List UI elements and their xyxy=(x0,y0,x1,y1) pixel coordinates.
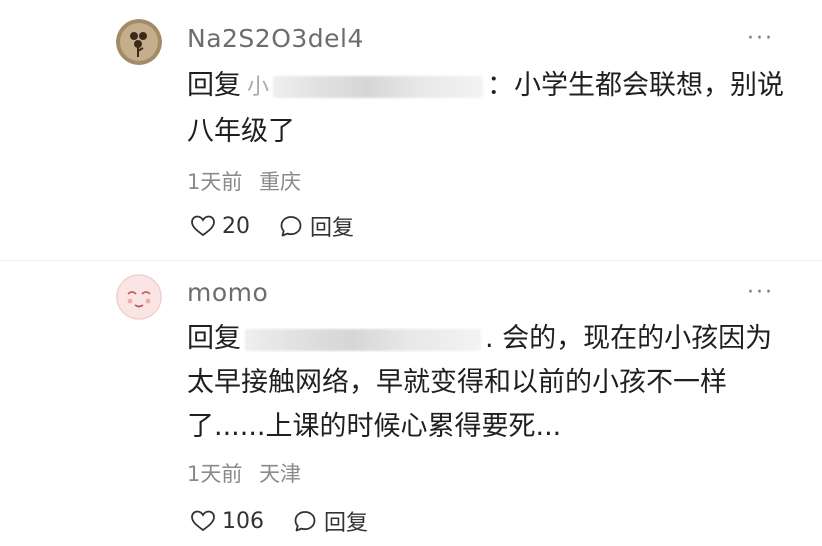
comment-item: Na2S2O3del4 ··· 回复小：小学生都会联想，别说八年级了 1天前 重… xyxy=(0,0,822,260)
comment-location: 重庆 xyxy=(259,170,302,194)
comment-text: 回复小：小学生都会联想，别说八年级了 xyxy=(187,64,787,154)
reply-label: 回复 xyxy=(310,216,355,241)
comment-location: 天津 xyxy=(259,462,302,486)
like-button[interactable]: 20 xyxy=(190,214,250,239)
comment-time: 1天前 xyxy=(187,462,243,486)
reply-button[interactable]: 回复 xyxy=(278,210,354,242)
heart-icon xyxy=(191,215,215,237)
comment-meta: 1天前 天津 xyxy=(187,458,301,488)
blurred-username xyxy=(273,75,484,98)
like-button[interactable]: 106 xyxy=(190,509,264,534)
comment-text: 回复. 会的，现在的小孩因为太早接触网络，早就变得和以前的小孩不一样了.....… xyxy=(187,317,787,449)
comment-time: 1天前 xyxy=(187,170,243,194)
reply-prefix: 回复 xyxy=(187,70,241,101)
like-count: 106 xyxy=(222,508,264,534)
blurred-username xyxy=(245,328,481,351)
more-options-icon[interactable]: ··· xyxy=(747,280,774,305)
comment-actions: 106 回复 xyxy=(190,505,368,537)
avatar[interactable] xyxy=(116,274,162,320)
reply-prefix: 回复 xyxy=(187,323,241,354)
heart-icon xyxy=(191,510,215,532)
reply-label: 回复 xyxy=(324,511,369,536)
comment-meta: 1天前 重庆 xyxy=(187,166,301,196)
divider xyxy=(0,260,822,261)
username[interactable]: momo xyxy=(187,278,268,307)
username[interactable]: Na2S2O3del4 xyxy=(187,24,364,53)
comment-bubble-icon xyxy=(294,511,316,532)
avatar[interactable] xyxy=(116,19,162,65)
like-count: 20 xyxy=(222,213,250,239)
reply-target-initial: 小 xyxy=(247,75,270,100)
comment-actions: 20 回复 xyxy=(190,210,354,242)
comment-item: momo ··· 回复. 会的，现在的小孩因为太早接触网络，早就变得和以前的小孩… xyxy=(0,262,822,546)
reply-button[interactable]: 回复 xyxy=(292,505,368,537)
comment-bubble-icon xyxy=(280,216,302,237)
more-options-icon[interactable]: ··· xyxy=(747,26,774,51)
